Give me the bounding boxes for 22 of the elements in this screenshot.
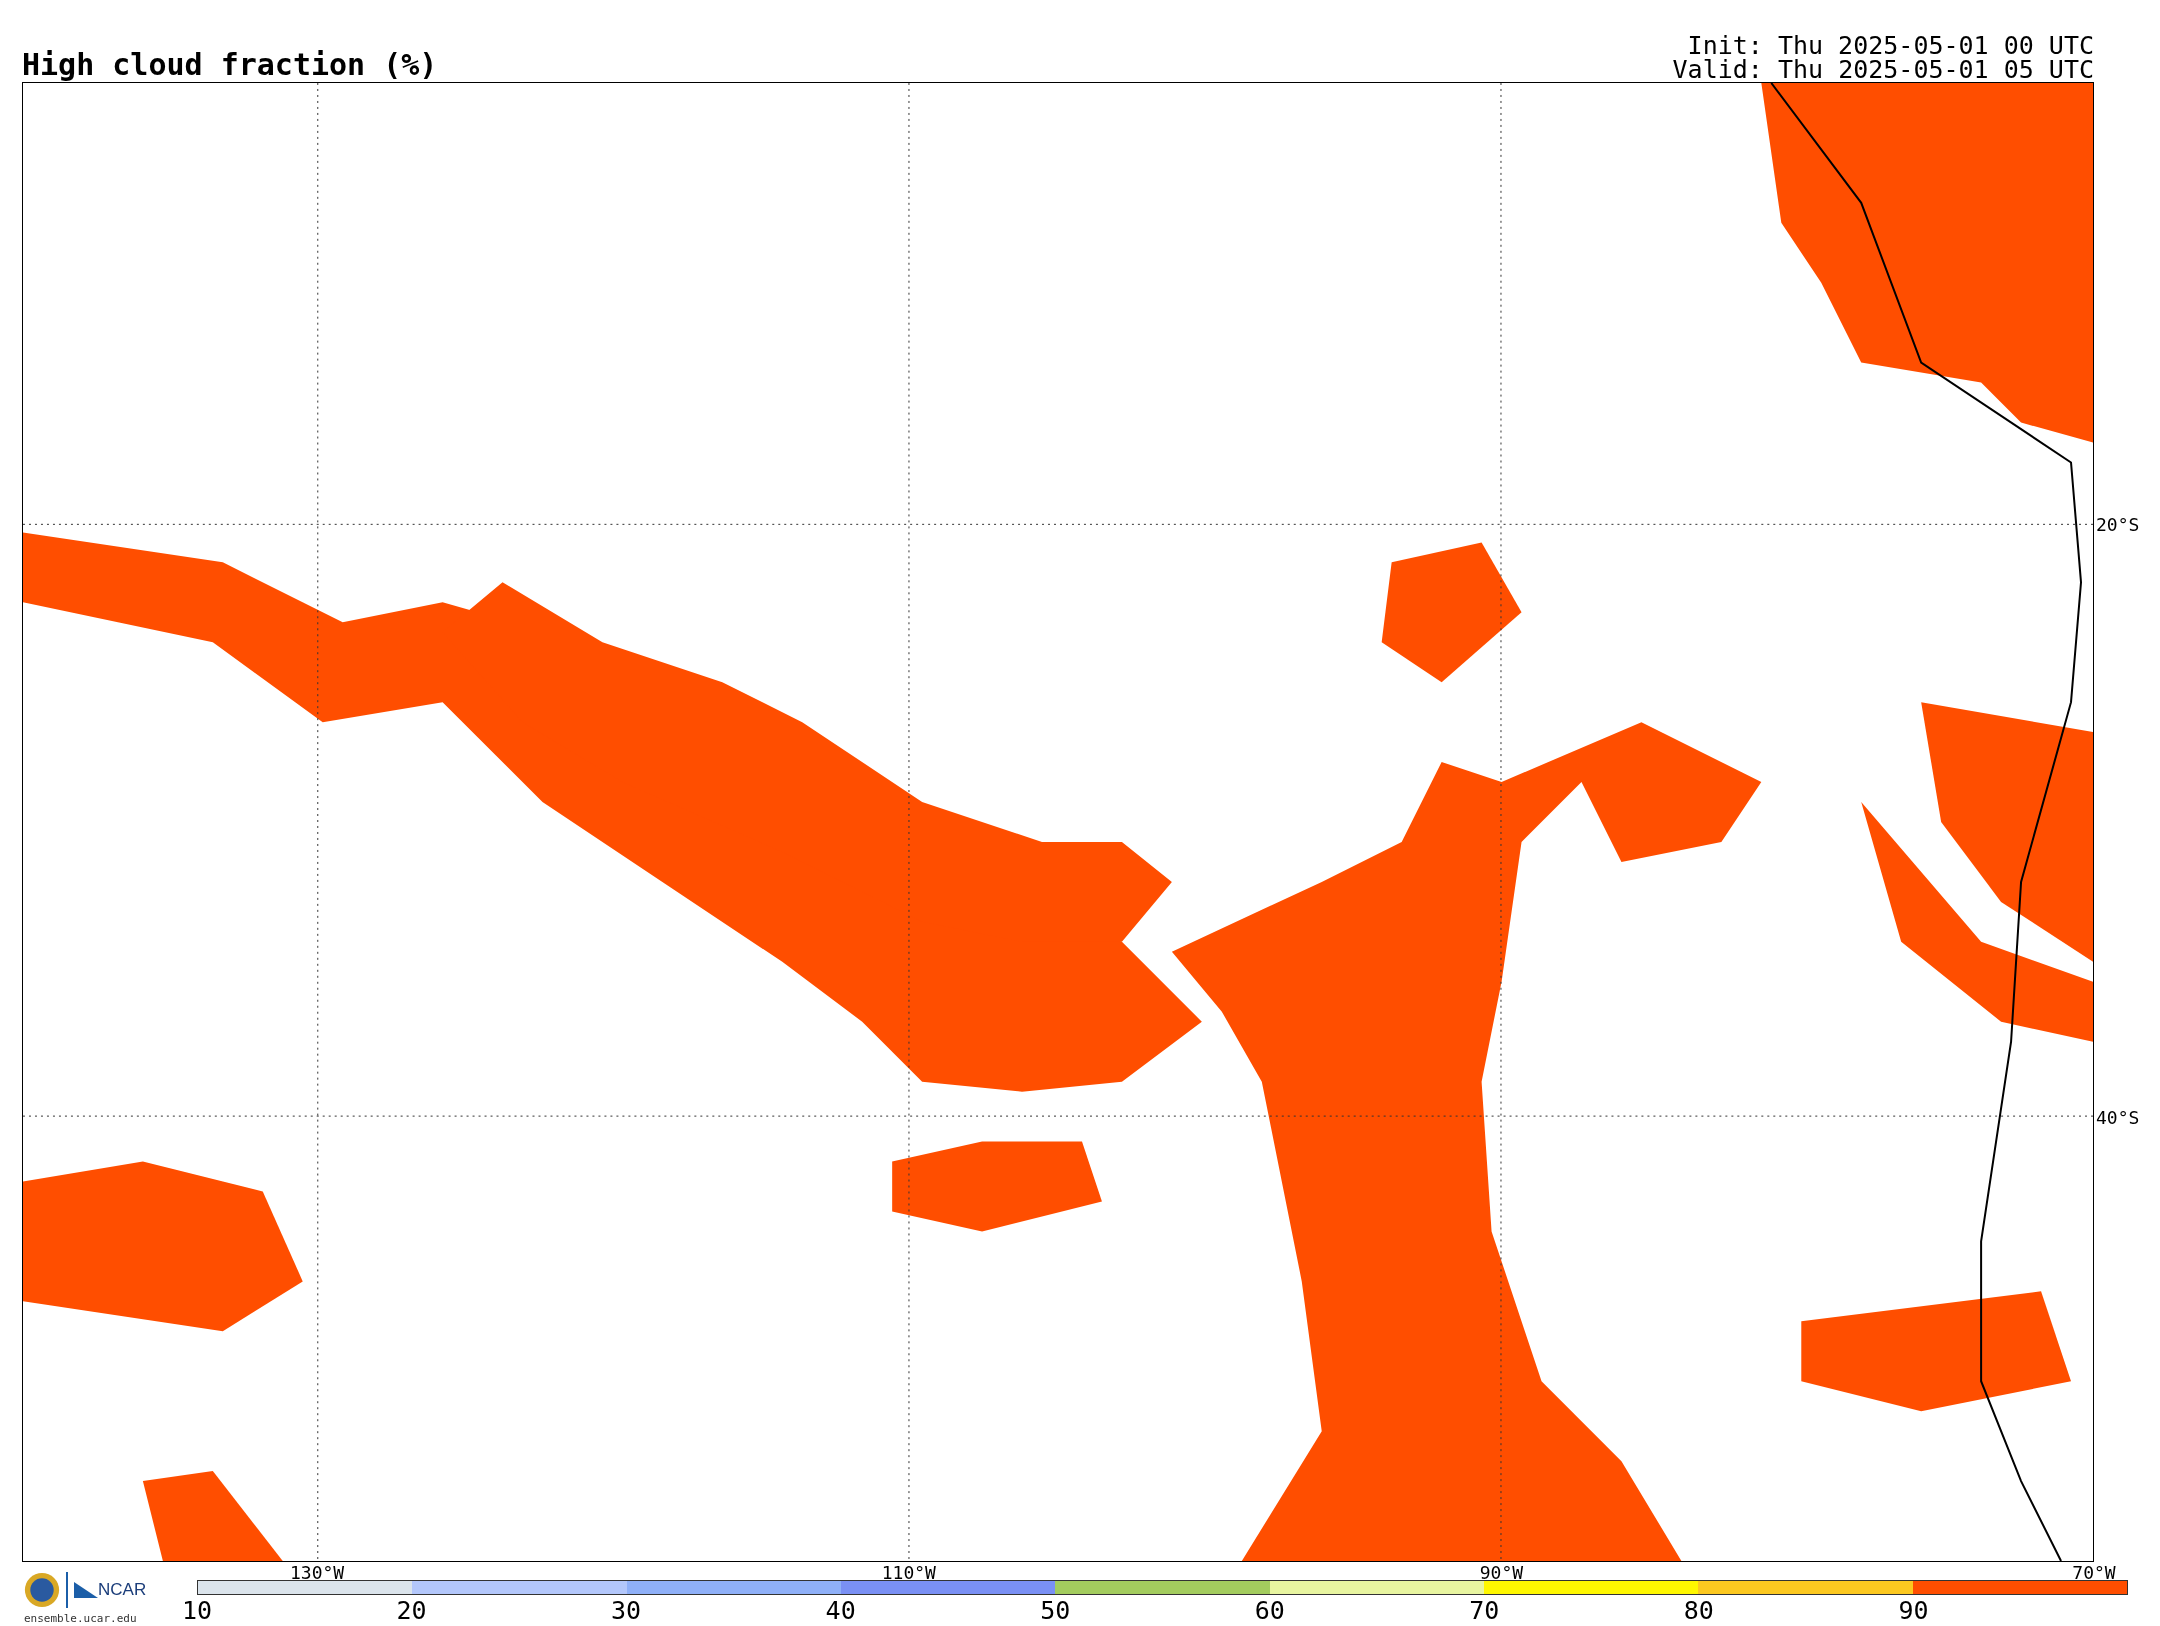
tick-label: 80 bbox=[1683, 1597, 1714, 1625]
tick-label: 70 bbox=[1469, 1597, 1500, 1625]
logo-icon bbox=[74, 1582, 98, 1598]
timestamp-text: Valid: Thu 2025-05-01 05 UTC bbox=[1672, 58, 2094, 82]
latitude-label: 40°S bbox=[2095, 1106, 2140, 1127]
tick-label: 10 bbox=[181, 1597, 213, 1625]
timestamp-text: Init: Thu 2025-05-01 00 UTC bbox=[1687, 34, 2094, 58]
logo-text: NCAR bbox=[98, 1580, 147, 1600]
tick-label: 50 bbox=[1040, 1597, 1071, 1625]
latitude-label: 20°S bbox=[2095, 513, 2140, 535]
chart-title: High cloud fraction (%) bbox=[22, 48, 438, 82]
longitude-label: 90°W bbox=[1479, 1562, 1524, 1582]
tick-label: 60 bbox=[1254, 1597, 1285, 1625]
tick-label: 90 bbox=[1898, 1597, 1929, 1625]
tick-label: 20 bbox=[396, 1597, 427, 1625]
longitude-label: 70°W bbox=[2072, 1562, 2116, 1582]
longitude-label: 130°W bbox=[289, 1562, 345, 1582]
tick-label: 40 bbox=[825, 1597, 856, 1625]
seal-icon bbox=[24, 1572, 60, 1608]
site-url: ensemble.ucar.edu bbox=[24, 1612, 138, 1625]
tick-label: 30 bbox=[611, 1597, 642, 1625]
longitude-label: 110°W bbox=[881, 1562, 936, 1582]
